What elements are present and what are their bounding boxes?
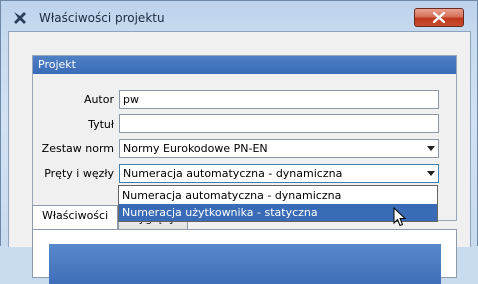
norms-select[interactable]: Normy Eurokodowe PN-EN: [119, 139, 439, 158]
title-bar[interactable]: Właściwości projektu: [1, 1, 478, 31]
author-input[interactable]: [119, 90, 439, 109]
tab-properties[interactable]: Właściwości: [32, 205, 118, 229]
norms-label: Zestaw norm: [41, 142, 114, 155]
tab-panel: [32, 229, 457, 284]
arrow-tool-icon: [14, 12, 26, 24]
dropdown-option-user[interactable]: Numeracja użytkownika - statyczna: [119, 204, 437, 221]
norms-select-value: Normy Eurokodowe PN-EN: [123, 142, 268, 155]
dialog-window: Właściwości projektu Projekt Autor Tytuł…: [0, 0, 478, 284]
project-group-header: Projekt: [33, 56, 456, 74]
window-title: Właściwości projektu: [39, 11, 165, 25]
mouse-cursor-icon: [393, 207, 407, 227]
bars-label: Pręty i węzły: [44, 167, 114, 180]
bars-nodes-select-value: Numeracja automatyczna - dynamiczna: [123, 167, 343, 180]
title-input[interactable]: [119, 114, 439, 133]
bars-nodes-select[interactable]: Numeracja automatyczna - dynamiczna: [119, 164, 439, 183]
title-label: Tytuł: [88, 118, 114, 131]
dropdown-option-automatic[interactable]: Numeracja automatyczna - dynamiczna: [119, 187, 437, 204]
author-label: Autor: [83, 93, 114, 106]
close-button[interactable]: [414, 8, 464, 27]
chevron-down-icon[interactable]: [427, 146, 435, 151]
panel-header-bar: [49, 244, 441, 284]
bars-nodes-dropdown-list: Numeracja automatyczna - dynamiczna Nume…: [118, 185, 438, 222]
close-icon: [433, 12, 445, 23]
chevron-down-icon[interactable]: [427, 171, 435, 176]
